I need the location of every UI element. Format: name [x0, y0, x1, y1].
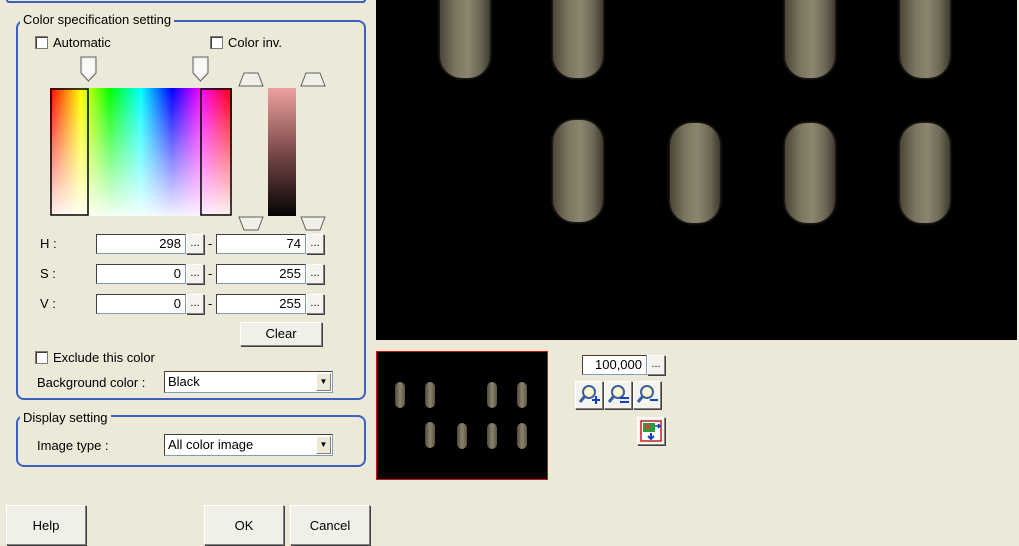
value-max-handle[interactable]: [238, 72, 264, 88]
zoom-out-icon: [636, 385, 658, 403]
image-object: [900, 0, 950, 78]
chevron-down-icon[interactable]: ▼: [316, 436, 331, 454]
chevron-down-icon[interactable]: ▼: [316, 373, 331, 391]
automatic-label: Automatic: [53, 35, 111, 50]
clear-button[interactable]: Clear: [240, 322, 322, 346]
s-label: S :: [40, 266, 56, 281]
hue-max-handle[interactable]: [192, 56, 210, 82]
automatic-checkbox[interactable]: [35, 36, 48, 49]
background-color-select[interactable]: Black ▼: [164, 371, 333, 393]
v-label: V :: [40, 296, 56, 311]
image-object: [553, 0, 603, 78]
h-max-browse-button[interactable]: ...: [306, 234, 324, 254]
zoom-out-button[interactable]: [633, 381, 661, 409]
h-range-separator: -: [208, 236, 213, 251]
s-max-browse-button[interactable]: ...: [306, 264, 324, 284]
image-type-value: All color image: [168, 437, 254, 452]
value-min-handle-top[interactable]: [300, 72, 326, 88]
value-handle-bottom-left[interactable]: [238, 216, 264, 232]
value-handle-bottom-right[interactable]: [300, 216, 326, 232]
s-max-field[interactable]: 255: [216, 264, 306, 284]
ok-button[interactable]: OK: [204, 505, 284, 545]
value-gradient-bar: [268, 88, 296, 216]
s-min-field[interactable]: 0: [96, 264, 186, 284]
v-min-browse-button[interactable]: ...: [186, 294, 204, 314]
thumbnail-object: [517, 382, 527, 408]
export-image-button[interactable]: [637, 417, 665, 445]
v-max-browse-button[interactable]: ...: [306, 294, 324, 314]
image-object: [670, 123, 720, 223]
help-button[interactable]: Help: [6, 505, 86, 545]
v-min-field[interactable]: 0: [96, 294, 186, 314]
zoom-field[interactable]: 100,000: [582, 355, 647, 375]
hue-min-handle[interactable]: [80, 56, 98, 82]
cancel-button[interactable]: Cancel: [290, 505, 370, 545]
export-image-icon: [640, 420, 662, 442]
color-inv-label: Color inv.: [228, 35, 282, 50]
image-object: [900, 123, 950, 223]
image-object: [785, 123, 835, 223]
thumbnail-object: [487, 423, 497, 449]
image-object: [553, 120, 603, 222]
zoom-fit-icon: [607, 385, 629, 403]
v-range-separator: -: [208, 296, 213, 311]
image-type-label: Image type :: [37, 438, 109, 453]
thumbnail-view[interactable]: [376, 351, 548, 480]
thumbnail-object: [487, 382, 497, 408]
h-label: H :: [40, 236, 57, 251]
zoom-browse-button[interactable]: ...: [647, 355, 665, 375]
s-min-browse-button[interactable]: ...: [186, 264, 204, 284]
image-object: [785, 0, 835, 78]
h-min-browse-button[interactable]: ...: [186, 234, 204, 254]
image-view[interactable]: [376, 0, 1017, 340]
thumbnail-object: [457, 423, 467, 449]
s-range-separator: -: [208, 266, 213, 281]
zoom-fit-button[interactable]: [604, 381, 632, 409]
h-max-field[interactable]: 74: [216, 234, 306, 254]
thumbnail-object: [425, 422, 435, 448]
color-spec-legend: Color specification setting: [20, 13, 175, 27]
zoom-in-icon: [578, 385, 600, 404]
image-object: [440, 0, 490, 78]
thumbnail-object: [425, 382, 435, 408]
color-inv-checkbox[interactable]: [210, 36, 223, 49]
h-min-field[interactable]: 298: [96, 234, 186, 254]
exclude-color-checkbox[interactable]: [35, 351, 48, 364]
thumbnail-object: [517, 423, 527, 449]
thumbnail-object: [395, 382, 405, 408]
v-max-field[interactable]: 255: [216, 294, 306, 314]
display-setting-legend: Display setting: [20, 411, 111, 425]
zoom-in-button[interactable]: [575, 381, 603, 409]
background-color-label: Background color :: [37, 375, 146, 390]
background-color-value: Black: [168, 374, 200, 389]
image-type-select[interactable]: All color image ▼: [164, 434, 333, 456]
hue-saturation-picker[interactable]: [50, 88, 232, 216]
exclude-color-label: Exclude this color: [53, 350, 155, 365]
top-panel-edge: [6, 0, 366, 3]
